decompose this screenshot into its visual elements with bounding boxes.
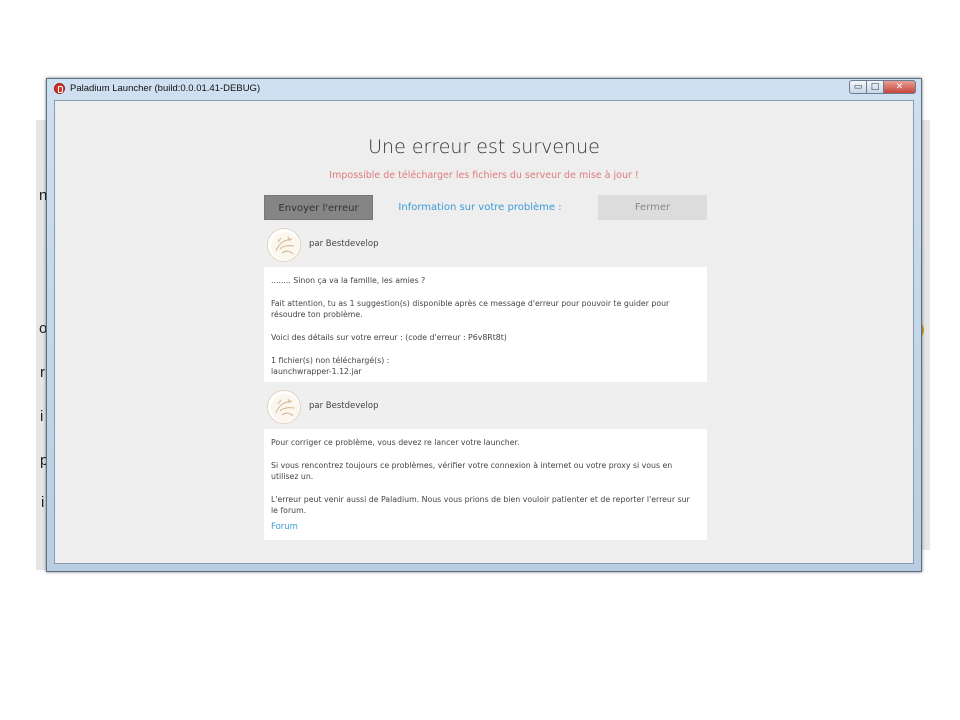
- maximize-button[interactable]: □: [867, 80, 884, 94]
- message-line: Si vous rencontrez toujours ce problèmes…: [271, 461, 673, 481]
- message-line: Pour corriger ce problème, vous devez re…: [271, 438, 520, 447]
- error-title: Une erreur est survenue: [368, 136, 600, 158]
- avatar: [267, 390, 301, 424]
- title-bar[interactable]: Paladium Launcher (build:0.0.01.41-DEBUG…: [47, 79, 921, 99]
- background-window-edge: [922, 120, 930, 550]
- background-text: r: [40, 364, 45, 381]
- launcher-window: Paladium Launcher (build:0.0.01.41-DEBUG…: [46, 78, 922, 572]
- window-title: Paladium Launcher (build:0.0.01.41-DEBUG…: [70, 83, 261, 94]
- message-card: par Bestdevelop Pour corriger ce problèm…: [264, 387, 707, 540]
- background-text: i: [40, 408, 44, 425]
- close-button[interactable]: Fermer: [598, 195, 707, 220]
- problem-info-tab[interactable]: Information sur votre problème :: [385, 195, 575, 220]
- message-header: par Bestdevelop: [264, 387, 707, 429]
- message-line: Voici des détails sur votre erreur : (co…: [271, 333, 507, 342]
- error-subtitle: Impossible de télécharger les fichiers d…: [329, 170, 639, 181]
- message-header: par Bestdevelop: [264, 225, 707, 267]
- forum-link[interactable]: Forum: [271, 522, 697, 533]
- close-window-button[interactable]: ✕: [884, 80, 916, 94]
- dragon-logo-icon: [271, 394, 299, 422]
- window-controls: ▭ □ ✕: [849, 80, 916, 94]
- paladium-app-icon: [54, 83, 65, 94]
- message-author: par Bestdevelop: [309, 401, 379, 411]
- message-line: Fait attention, tu as 1 suggestion(s) di…: [271, 299, 670, 319]
- send-error-button[interactable]: Envoyer l'erreur: [264, 195, 373, 220]
- error-panel: Une erreur est survenue Impossible de té…: [54, 100, 914, 564]
- message-body: ........ Sinon ça va la famille, les ami…: [271, 275, 697, 377]
- dragon-logo-icon: [271, 232, 299, 260]
- message-line: launchwrapper-1.12.jar: [271, 367, 362, 376]
- message-author: par Bestdevelop: [309, 239, 379, 249]
- message-body: Pour corriger ce problème, vous devez re…: [271, 437, 697, 533]
- message-card: par Bestdevelop ........ Sinon ça va la …: [264, 225, 707, 382]
- message-line: L'erreur peut venir aussi de Paladium. N…: [271, 495, 690, 515]
- avatar: [267, 228, 301, 262]
- message-line: ........ Sinon ça va la famille, les ami…: [271, 276, 426, 285]
- minimize-button[interactable]: ▭: [849, 80, 867, 94]
- background-text: i: [41, 494, 45, 511]
- message-line: 1 fichier(s) non téléchargé(s) :: [271, 356, 390, 365]
